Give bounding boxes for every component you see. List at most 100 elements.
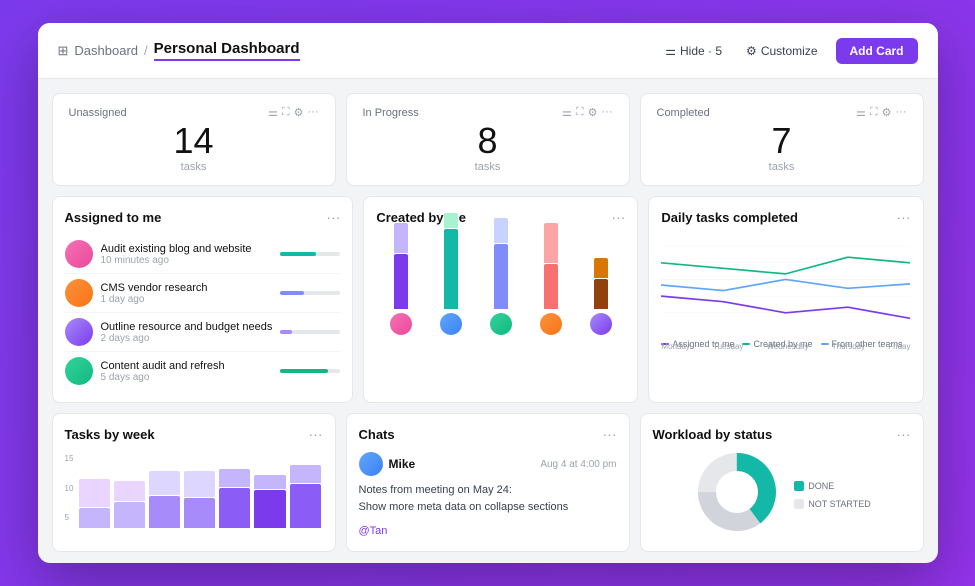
stat-number-unassigned: 14 [69,123,319,159]
bar-group [480,218,522,335]
bar-segment [444,229,458,309]
stat-sublabel-completed: tasks [657,161,907,173]
stat-in-progress: In Progress ⚌ ⛶ ⚙ ··· 8 tasks [346,93,630,186]
bar-segment [544,264,558,309]
bar-avatar [440,313,462,335]
filter-icon[interactable]: ⚌ [856,106,866,119]
chat-mention[interactable]: @Tan [359,525,388,537]
task-time: 1 day ago [101,294,273,305]
week-more-menu[interactable]: ··· [309,426,323,442]
week-bar-chart [77,458,322,528]
daily-more-menu[interactable]: ··· [897,209,911,225]
stat-label-unassigned: Unassigned [69,107,127,119]
task-time: 5 days ago [101,372,273,383]
settings-icon[interactable]: ⚙ [882,106,892,119]
x-label: Friday [888,342,910,351]
more-icon[interactable]: ··· [308,106,319,119]
stat-label-completed: Completed [657,107,710,119]
add-card-button[interactable]: Add Card [836,38,918,64]
avatar [65,318,93,346]
y-label: 10 [65,484,74,493]
progress-bar-wrap [280,369,340,373]
week-bar [219,469,250,528]
bar-group [530,223,572,335]
workload-legend-label: DONE [808,481,834,491]
chat-time: Aug 4 at 4:00 pm [540,459,616,470]
week-bar [254,475,285,528]
task-item[interactable]: Outline resource and budget needs 2 days… [65,313,341,352]
more-icon[interactable]: ··· [896,106,907,119]
progress-bar [280,330,292,334]
expand-icon[interactable]: ⛶ [870,106,878,119]
filter-icon[interactable]: ⚌ [268,106,278,119]
created-bar-chart [376,235,625,335]
app-window: ⊞ Dashboard / Personal Dashboard ⚌ Hide … [38,23,938,563]
task-name: CMS vendor research [101,282,273,294]
bar-avatar [590,313,612,335]
chats-card: Chats ··· Mike Aug 4 at 4:00 pm Notes fr… [346,413,630,552]
stat-unassigned: Unassigned ⚌ ⛶ ⚙ ··· 14 tasks [52,93,336,186]
stat-number-completed: 7 [657,123,907,159]
workload-more-menu[interactable]: ··· [897,426,911,442]
week-bar [114,481,145,528]
progress-bar [280,252,316,256]
avatar [65,240,93,268]
bar-segment [494,218,508,243]
line-chart-svg [661,235,910,335]
expand-icon[interactable]: ⛶ [282,106,290,119]
main-content: Unassigned ⚌ ⛶ ⚙ ··· 14 tasks In Progres… [38,79,938,563]
week-bar [184,471,215,528]
page-title: Personal Dashboard [154,40,300,61]
assigned-to-me-card: Assigned to me ··· Audit existing blog a… [52,196,354,403]
settings-icon[interactable]: ⚙ [294,106,304,119]
bar-segment [444,213,458,228]
daily-tasks-title: Daily tasks completed [661,210,798,225]
chats-more-menu[interactable]: ··· [603,426,617,442]
header: ⊞ Dashboard / Personal Dashboard ⚌ Hide … [38,23,938,79]
hide-button[interactable]: ⚌ Hide · 5 [659,40,728,62]
expand-icon[interactable]: ⛶ [576,106,584,119]
more-icon[interactable]: ··· [602,106,613,119]
task-item[interactable]: Content audit and refresh 5 days ago [65,352,341,390]
y-label: 15 [65,454,74,463]
task-time: 2 days ago [101,333,273,344]
daily-tasks-card: Daily tasks completed ··· [648,196,923,403]
settings-icon[interactable]: ⚙ [588,106,598,119]
task-name: Content audit and refresh [101,360,273,372]
task-item[interactable]: Audit existing blog and website 10 minut… [65,235,341,274]
workload-title: Workload by status [653,427,773,442]
created-by-me-card: Created by me ··· [363,196,638,403]
created-more-menu[interactable]: ··· [611,209,625,225]
filter-icon[interactable]: ⚌ [562,106,572,119]
breadcrumb-separator: / [144,43,148,58]
customize-button[interactable]: ⚙ Customize [740,40,823,62]
stat-sublabel-inprogress: tasks [363,161,613,173]
task-time: 10 minutes ago [101,255,273,266]
progress-bar [280,291,304,295]
bar-segment [394,223,408,253]
filter-icon: ⚌ [665,44,676,58]
middle-row: Assigned to me ··· Audit existing blog a… [52,196,924,403]
x-label: Tuesday [713,342,743,351]
workload-card: Workload by status ··· [640,413,924,552]
task-item[interactable]: CMS vendor research 1 day ago [65,274,341,313]
gear-icon: ⚙ [746,44,757,58]
tasks-by-week-title: Tasks by week [65,427,155,442]
assigned-more-menu[interactable]: ··· [326,209,340,225]
task-list: Audit existing blog and website 10 minut… [65,235,341,390]
bar-segment [594,258,608,278]
bar-group [380,223,422,335]
week-bar [149,471,180,528]
week-bar [290,465,321,528]
bar-segment [494,244,508,309]
dashboard-icon: ⊞ [58,43,69,59]
tasks-by-week-card: Tasks by week ··· 15 10 5 [52,413,336,552]
bar-group [430,213,472,335]
breadcrumb[interactable]: Dashboard [74,43,138,58]
progress-bar [280,369,328,373]
workload-legend-label: NOT STARTED [808,499,871,509]
avatar [65,279,93,307]
x-label: Thursday [832,342,865,351]
header-right: ⚌ Hide · 5 ⚙ Customize Add Card [659,38,917,64]
progress-bar-wrap [280,252,340,256]
